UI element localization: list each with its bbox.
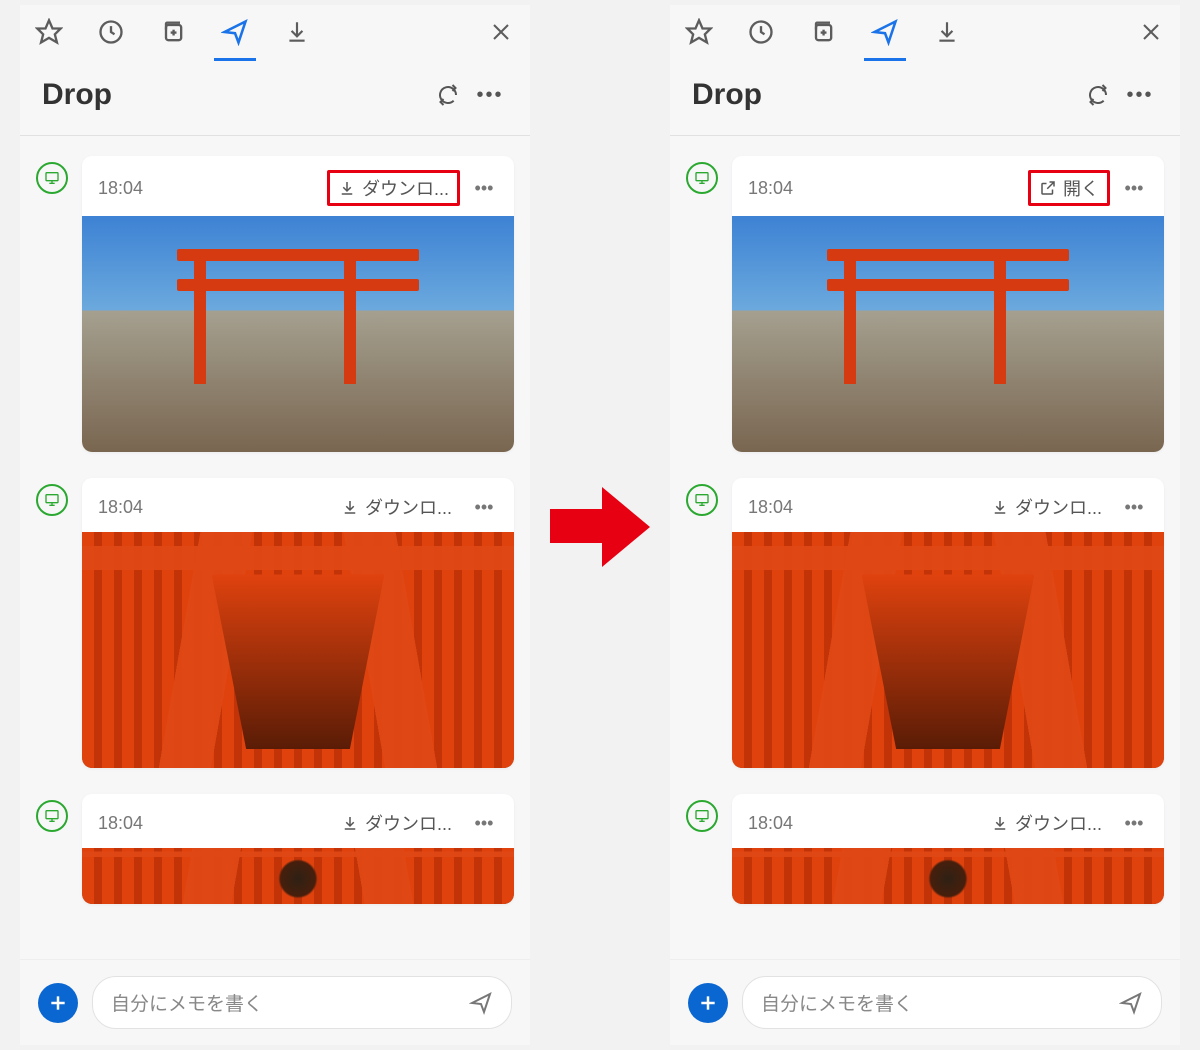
message-card: 18:04 開く ••• — [732, 156, 1164, 452]
download-icon — [338, 179, 356, 197]
message-card: 18:04 ダウンロ... ••• — [82, 156, 514, 452]
favorites-tab[interactable] — [34, 17, 64, 47]
drop-panel-before: Drop ••• 18:04 ダウンロ... — [20, 5, 530, 1045]
transition-arrow — [550, 485, 650, 565]
timestamp: 18:04 — [98, 497, 323, 518]
image-thumbnail[interactable] — [82, 532, 514, 768]
download-button[interactable]: ダウンロ... — [327, 170, 460, 206]
action-label: ダウンロ... — [362, 175, 449, 201]
page-title: Drop — [42, 78, 424, 112]
sync-button[interactable] — [1080, 77, 1116, 113]
item-more-menu[interactable]: ••• — [1120, 813, 1148, 834]
item-more-menu[interactable]: ••• — [470, 178, 498, 199]
message-card: 18:04 ダウンロ... ••• — [82, 478, 514, 768]
download-button[interactable]: ダウンロ... — [333, 492, 460, 522]
item-more-menu[interactable]: ••• — [470, 497, 498, 518]
message-list: 18:04 開く ••• 18:04 — [670, 136, 1180, 959]
top-tab-bar — [20, 5, 530, 59]
download-icon — [991, 498, 1009, 516]
drop-panel-after: Drop ••• 18:04 開く ••• — [670, 5, 1180, 1045]
downloads-tab[interactable] — [932, 17, 962, 47]
message-item: 18:04 ダウンロ... ••• — [686, 478, 1164, 768]
device-avatar — [36, 484, 68, 516]
collections-tab[interactable] — [808, 17, 838, 47]
compose-input[interactable]: 自分にメモを書く — [742, 976, 1162, 1029]
drop-tab[interactable] — [220, 17, 250, 47]
timestamp: 18:04 — [748, 178, 1018, 199]
header-row: Drop ••• — [670, 59, 1180, 136]
history-tab[interactable] — [746, 17, 776, 47]
add-button[interactable] — [688, 983, 728, 1023]
compose-bar: 自分にメモを書く — [20, 959, 530, 1045]
close-button[interactable] — [1136, 17, 1166, 47]
message-item: 18:04 ダウンロ... ••• — [686, 794, 1164, 904]
add-button[interactable] — [38, 983, 78, 1023]
drop-tab[interactable] — [870, 17, 900, 47]
image-thumbnail[interactable] — [732, 532, 1164, 768]
message-item: 18:04 ダウンロ... ••• — [36, 478, 514, 768]
action-label: ダウンロ... — [365, 494, 452, 520]
header-row: Drop ••• — [20, 59, 530, 136]
download-icon — [991, 814, 1009, 832]
device-avatar — [36, 162, 68, 194]
download-button[interactable]: ダウンロ... — [333, 808, 460, 838]
open-external-icon — [1039, 179, 1057, 197]
open-button[interactable]: 開く — [1028, 170, 1110, 206]
download-button[interactable]: ダウンロ... — [983, 808, 1110, 838]
download-button[interactable]: ダウンロ... — [983, 492, 1110, 522]
item-more-menu[interactable]: ••• — [1120, 497, 1148, 518]
download-icon — [341, 814, 359, 832]
action-label: ダウンロ... — [1015, 494, 1102, 520]
device-avatar — [686, 484, 718, 516]
collections-tab[interactable] — [158, 17, 188, 47]
device-avatar — [686, 800, 718, 832]
message-item: 18:04 開く ••• — [686, 156, 1164, 452]
compose-bar: 自分にメモを書く — [670, 959, 1180, 1045]
send-button[interactable] — [469, 991, 493, 1015]
more-menu[interactable]: ••• — [472, 77, 508, 113]
compose-placeholder: 自分にメモを書く — [761, 989, 1119, 1016]
favorites-tab[interactable] — [684, 17, 714, 47]
message-card: 18:04 ダウンロ... ••• — [732, 478, 1164, 768]
image-thumbnail[interactable] — [82, 216, 514, 452]
message-card: 18:04 ダウンロ... ••• — [82, 794, 514, 904]
image-thumbnail[interactable] — [82, 848, 514, 904]
timestamp: 18:04 — [98, 178, 317, 199]
compose-input[interactable]: 自分にメモを書く — [92, 976, 512, 1029]
action-label: ダウンロ... — [1015, 810, 1102, 836]
page-title: Drop — [692, 78, 1074, 112]
device-avatar — [36, 800, 68, 832]
message-item: 18:04 ダウンロ... ••• — [36, 794, 514, 904]
message-card: 18:04 ダウンロ... ••• — [732, 794, 1164, 904]
close-button[interactable] — [486, 17, 516, 47]
sync-button[interactable] — [430, 77, 466, 113]
top-tab-bar — [670, 5, 1180, 59]
item-more-menu[interactable]: ••• — [1120, 178, 1148, 199]
timestamp: 18:04 — [748, 497, 973, 518]
downloads-tab[interactable] — [282, 17, 312, 47]
device-avatar — [686, 162, 718, 194]
compose-placeholder: 自分にメモを書く — [111, 989, 469, 1016]
download-icon — [341, 498, 359, 516]
item-more-menu[interactable]: ••• — [470, 813, 498, 834]
image-thumbnail[interactable] — [732, 216, 1164, 452]
message-item: 18:04 ダウンロ... ••• — [36, 156, 514, 452]
history-tab[interactable] — [96, 17, 126, 47]
more-menu[interactable]: ••• — [1122, 77, 1158, 113]
timestamp: 18:04 — [748, 813, 973, 834]
send-button[interactable] — [1119, 991, 1143, 1015]
message-list: 18:04 ダウンロ... ••• 18 — [20, 136, 530, 959]
timestamp: 18:04 — [98, 813, 323, 834]
action-label: 開く — [1063, 175, 1099, 201]
action-label: ダウンロ... — [365, 810, 452, 836]
image-thumbnail[interactable] — [732, 848, 1164, 904]
